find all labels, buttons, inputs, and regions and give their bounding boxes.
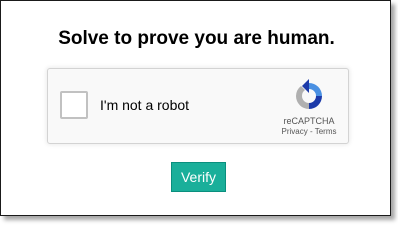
recaptcha-widget: I'm not a robot reCAPTCHA Privacy - Term… <box>47 68 349 144</box>
recaptcha-logo-icon <box>296 79 322 109</box>
not-a-robot-checkbox[interactable] <box>60 91 88 119</box>
recaptcha-links: Privacy - Terms <box>272 127 346 137</box>
dialog-title: Solve to prove you are human. <box>58 28 335 49</box>
link-separator: - <box>307 127 315 136</box>
verify-button[interactable]: Verify <box>171 162 226 192</box>
recaptcha-brand: reCAPTCHA <box>283 116 335 126</box>
checkbox-label: I'm not a robot <box>100 97 190 113</box>
terms-link[interactable]: Terms <box>315 127 337 136</box>
captcha-dialog: Solve to prove you are human. I'm not a … <box>0 0 391 216</box>
privacy-link[interactable]: Privacy <box>282 127 308 136</box>
